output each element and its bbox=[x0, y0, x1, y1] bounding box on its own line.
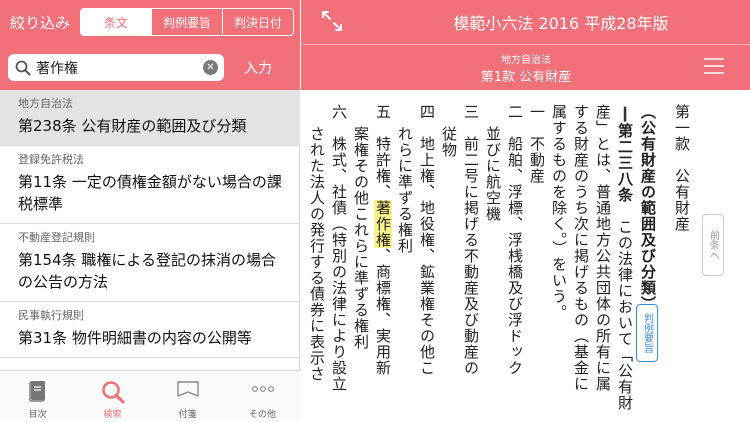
item-text: 株式、社債（特別の法律により設立 bbox=[330, 136, 348, 392]
expand-icon[interactable] bbox=[321, 10, 343, 32]
search-input[interactable] bbox=[36, 54, 200, 81]
item-number: 四 bbox=[418, 104, 436, 120]
result-item[interactable]: 登録免許税法 第11条 一定の債権金額がない場合の課税標準 bbox=[0, 146, 300, 224]
selection-marker-icon: ❙ bbox=[616, 104, 634, 123]
tab-label: 目次 bbox=[28, 410, 47, 420]
item-text: 前二号に掲げる不動産及び動産の bbox=[462, 136, 480, 376]
item-number: 二 bbox=[506, 104, 524, 120]
result-article-title: 第31条 物件明細書の内容の公開等 bbox=[18, 329, 252, 347]
menu-icon[interactable] bbox=[703, 56, 725, 76]
article-viewer: 模範小六法 2016 平成28年版 地方自治法 第1款 公有財産 第一款 公有財… bbox=[301, 0, 750, 422]
item-number: 五 bbox=[374, 104, 392, 120]
article-line: 産」とは、普通地方公共団体の所有に属 bbox=[594, 104, 612, 392]
clear-icon[interactable]: ✕ bbox=[203, 60, 218, 75]
viewer-header: 模範小六法 2016 平成28年版 地方自治法 第1款 公有財産 bbox=[301, 0, 750, 90]
article-caption: （公有財産の範囲及び分類） bbox=[639, 104, 657, 312]
tab-label: その他 bbox=[248, 410, 276, 420]
item-line: 一 不動産 bbox=[526, 104, 548, 184]
item-number: 三 bbox=[462, 104, 480, 120]
search-mode-segmented-control: 条文 判例要旨 判決日付 bbox=[80, 8, 294, 36]
item-line: 六 株式、社債（特別の法律により設立 bbox=[328, 104, 350, 392]
article-line: する財産のうち次に掲げるもの（基金に bbox=[572, 104, 590, 392]
item-line: 四 地上権、地役権、鉱業権その他こ bbox=[416, 104, 438, 376]
item-line: 従物 bbox=[440, 126, 458, 158]
tab-sticky-notes[interactable]: 付箋 bbox=[150, 371, 225, 422]
previous-article-button[interactable]: 前条へ bbox=[702, 214, 724, 276]
article-text: この法律において「公有財 bbox=[616, 219, 634, 411]
item-line: 三 前二号に掲げる不動産及び動産の bbox=[460, 104, 482, 376]
result-item[interactable]: 民事執行規則 第31条 物件明細書の内容の公開等 bbox=[0, 302, 300, 358]
article-line: ❙第二三八条 この法律において「公有財 bbox=[614, 104, 636, 411]
book-icon bbox=[28, 381, 45, 402]
item-line: 二 船舶、浮標、浮桟橋及び浮ドック bbox=[504, 104, 526, 376]
result-law-name: 民事執行規則 bbox=[18, 309, 84, 322]
item-line: された法人の発行する債券に表示さ bbox=[308, 126, 326, 382]
section-heading: 第一款 公有財産 bbox=[673, 104, 691, 232]
result-item[interactable]: 不動産登記規則 第154条 職権による登記の抹消の場合の公告の方法 bbox=[0, 224, 300, 302]
segment-articles[interactable]: 条文 bbox=[81, 9, 151, 35]
result-article-title: 第238条 公有財産の範囲及び分類 bbox=[18, 117, 247, 135]
chapter-law-name: 地方自治法 bbox=[501, 55, 551, 66]
item-line: れらに準ずる権利 bbox=[396, 126, 414, 254]
tab-search[interactable]: 検索 bbox=[75, 371, 150, 422]
search-highlight: 著作権 bbox=[374, 200, 392, 248]
sticky-note-icon bbox=[176, 381, 199, 397]
tab-label: 検索 bbox=[103, 410, 122, 420]
tab-more[interactable]: その他 bbox=[225, 371, 300, 422]
book-title: 模範小六法 2016 平成28年版 bbox=[453, 14, 669, 33]
more-icon bbox=[251, 386, 274, 392]
item-text: 地上権、地役権、鉱業権その他こ bbox=[418, 136, 436, 376]
search-icon bbox=[15, 60, 31, 76]
header-divider bbox=[301, 44, 750, 45]
search-box: ✕ bbox=[8, 54, 224, 81]
item-number: 一 bbox=[528, 104, 546, 120]
search-result-list: 地方自治法 第238条 公有財産の範囲及び分類 登録免許税法 第11条 一定の債… bbox=[0, 90, 300, 370]
item-line: 五 特許権、著作権、商標権、実用新 bbox=[372, 104, 394, 376]
result-law-name: 不動産登記規則 bbox=[18, 231, 95, 244]
result-article-title: 第11条 一定の債権金額がない場合の課税標準 bbox=[18, 173, 282, 213]
chapter-title: 第1款 公有財産 bbox=[480, 70, 572, 85]
item-text: 、商標権、実用新 bbox=[374, 248, 392, 376]
result-item[interactable]: 地方自治法 第238条 公有財産の範囲及び分類 bbox=[0, 90, 300, 146]
filter-label: 絞り込み bbox=[10, 14, 71, 32]
result-law-name: 登録免許税法 bbox=[18, 153, 84, 166]
search-pane: 絞り込み 条文 判例要旨 判決日付 ✕ 入力 地方自治法 第238条 公有財産の… bbox=[0, 0, 300, 422]
result-article-title: 第154条 職権による登記の抹消の場合の公告の方法 bbox=[18, 251, 276, 291]
article-number: 第二三八条 bbox=[616, 123, 634, 203]
tab-contents[interactable]: 目次 bbox=[0, 371, 75, 422]
tab-label: 付箋 bbox=[178, 410, 197, 420]
item-text: 特許権、 bbox=[374, 136, 392, 200]
item-line: 並びに航空機 bbox=[484, 126, 502, 222]
search-icon bbox=[101, 381, 125, 404]
segment-judgment-date[interactable]: 判決日付 bbox=[222, 9, 293, 35]
enter-button[interactable]: 入力 bbox=[244, 58, 272, 78]
tab-bar: 目次 検索 付箋 その他 bbox=[0, 370, 300, 422]
item-text: 不動産 bbox=[528, 136, 546, 184]
item-text: 船舶、浮標、浮桟橋及び浮ドック bbox=[506, 136, 524, 376]
segment-rulings[interactable]: 判例要旨 bbox=[151, 9, 222, 35]
item-line: 案権その他これらに準ずる権利 bbox=[352, 126, 370, 350]
result-law-name: 地方自治法 bbox=[18, 97, 73, 110]
ruling-summary-badge[interactable]: 判例要旨 bbox=[636, 304, 658, 362]
item-number: 六 bbox=[330, 104, 348, 120]
search-header: 絞り込み 条文 判例要旨 判決日付 ✕ 入力 bbox=[0, 0, 300, 90]
article-line: 属するものを除く。）をいう。 bbox=[550, 104, 568, 321]
